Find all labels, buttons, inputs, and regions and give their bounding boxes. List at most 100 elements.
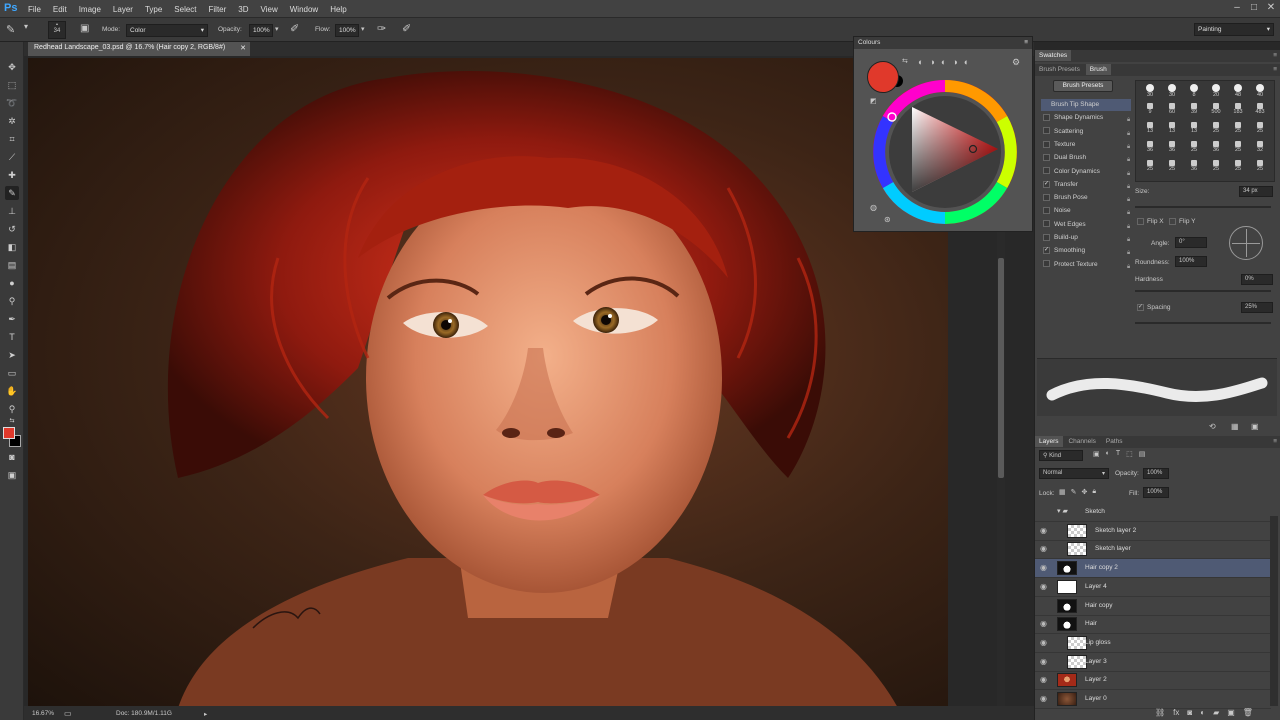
brush-tip[interactable]: 8 xyxy=(1184,83,1204,103)
brush-tip[interactable]: 36 xyxy=(1140,140,1160,160)
lock-icon[interactable]: 🔒︎ xyxy=(1127,261,1134,270)
zoom-level[interactable]: 16.67% xyxy=(32,710,54,717)
brush-preset-icon[interactable]: ◐ xyxy=(964,57,969,69)
colour-mode-icon[interactable]: ◍ xyxy=(870,203,877,212)
brush-option-checkbox[interactable] xyxy=(1043,233,1050,241)
folder-icon[interactable]: ▾ ▰ xyxy=(1057,507,1068,515)
eyedropper-tool-icon[interactable]: ⟋ xyxy=(5,150,19,164)
brush-tip[interactable]: 25 xyxy=(1228,140,1248,160)
menu-item[interactable]: Image xyxy=(79,5,101,14)
brush-tip[interactable]: 25 xyxy=(1162,159,1182,179)
brush-tip[interactable]: 48 xyxy=(1228,83,1248,103)
brush-tool-icon[interactable]: ✎ xyxy=(6,23,15,36)
gradient-tool-icon[interactable]: ▤ xyxy=(5,258,19,272)
hardness-slider[interactable] xyxy=(1135,290,1271,292)
dodge-tool-icon[interactable]: ⚲ xyxy=(5,294,19,308)
roundness-input[interactable]: 100% xyxy=(1175,256,1207,267)
lock-pixels-icon[interactable]: ✎ xyxy=(1071,488,1077,496)
brush-preset-picker[interactable]: • 34 xyxy=(48,21,66,39)
layer-row[interactable]: ◉ Hair copy 2 xyxy=(1035,559,1271,579)
brush-tip[interactable]: 25 xyxy=(1250,159,1270,179)
lock-icon[interactable]: 🔒︎ xyxy=(1127,221,1134,230)
brush-preset-icon[interactable]: ◑ xyxy=(929,57,934,69)
visibility-eye-icon[interactable]: ◉ xyxy=(1040,563,1050,573)
brush-tip[interactable]: 32 xyxy=(1250,140,1270,160)
crop-tool-icon[interactable]: ⌗ xyxy=(5,132,19,146)
brush-tip[interactable]: 60 xyxy=(1162,102,1182,122)
brush-tip-grid[interactable]: 30 30 8 20 48 40 9 60 39 500 183 483 13 13 13 25 25 25 36 3… xyxy=(1135,80,1275,182)
lock-transparent-icon[interactable]: ▦ xyxy=(1059,488,1066,496)
smart-object-filter-icon[interactable]: ▤ xyxy=(1139,450,1146,461)
visibility-eye-icon[interactable] xyxy=(1040,507,1050,517)
brush-option[interactable]: ✓ Smoothing 🔒︎ xyxy=(1043,245,1133,257)
lock-icon[interactable]: 🔒︎ xyxy=(1127,194,1134,203)
panel-menu-icon[interactable]: ≡ xyxy=(1269,64,1280,75)
layer-row[interactable]: ◉ Layer 0 xyxy=(1035,690,1271,709)
tab-layers[interactable]: Layers xyxy=(1035,436,1063,447)
panel-menu-icon[interactable]: ≡ xyxy=(1024,39,1028,46)
menu-item[interactable]: Edit xyxy=(53,5,67,14)
reset-icon[interactable]: ⊛ xyxy=(884,215,891,224)
minimize-button[interactable]: – xyxy=(1230,2,1244,15)
brush-option-checkbox[interactable] xyxy=(1043,140,1050,148)
visibility-eye-icon[interactable] xyxy=(1040,601,1050,611)
tab-channels[interactable]: Channels xyxy=(1064,436,1099,447)
toggle-brush-preview-icon[interactable]: ⟲ xyxy=(1209,422,1216,431)
tab-brush[interactable]: Brush xyxy=(1085,64,1111,75)
brush-option[interactable]: Texture 🔒︎ xyxy=(1043,139,1133,151)
brush-option[interactable]: ✓ Transfer 🔒︎ xyxy=(1043,179,1133,191)
settings-gear-icon[interactable]: ⚙ xyxy=(1012,57,1020,68)
brush-option-checkbox[interactable] xyxy=(1043,114,1050,122)
brush-tip[interactable]: 36 xyxy=(1184,159,1204,179)
colour-wheel[interactable] xyxy=(870,77,1020,227)
hardness-input[interactable]: 0% xyxy=(1241,274,1273,285)
layer-row[interactable]: ◉ Hair xyxy=(1035,615,1271,635)
brush-option[interactable]: Color Dynamics 🔒︎ xyxy=(1043,166,1133,178)
lock-position-icon[interactable]: ✥ xyxy=(1082,488,1088,496)
menu-item[interactable]: File xyxy=(28,5,41,14)
brush-option-checkbox[interactable] xyxy=(1043,220,1050,228)
visibility-eye-icon[interactable]: ◉ xyxy=(1040,675,1050,685)
vertical-scroll-thumb[interactable] xyxy=(998,258,1004,478)
brush-tip[interactable]: 25 xyxy=(1250,121,1270,141)
close-button[interactable]: ✕ xyxy=(1264,2,1278,15)
brush-preset-icon[interactable]: ◐ xyxy=(941,57,946,69)
brush-option[interactable]: Wet Edges 🔒︎ xyxy=(1043,219,1133,231)
lock-icon[interactable]: 🔒︎ xyxy=(1127,207,1134,216)
lock-icon[interactable]: 🔒︎ xyxy=(1127,234,1134,243)
brush-option[interactable]: Dual Brush 🔒︎ xyxy=(1043,152,1133,164)
grid-icon[interactable]: ▦ xyxy=(1231,422,1239,431)
clone-stamp-tool-icon[interactable]: ⊥ xyxy=(5,204,19,218)
brush-tip[interactable]: 13 xyxy=(1162,121,1182,141)
opacity-input[interactable]: 100% xyxy=(249,24,273,37)
brush-presets-button[interactable]: Brush Presets xyxy=(1053,80,1113,92)
spacing-checkbox[interactable]: ✓ Spacing xyxy=(1137,304,1171,311)
pixel-filter-icon[interactable]: ▣ xyxy=(1093,450,1100,461)
type-tool-icon[interactable]: T xyxy=(5,330,19,344)
pressure-size-icon[interactable]: ✐ xyxy=(402,22,411,35)
brush-option-checkbox[interactable] xyxy=(1043,167,1050,175)
lock-icon[interactable]: 🔒︎ xyxy=(1127,141,1134,150)
visibility-eye-icon[interactable]: ◉ xyxy=(1040,657,1050,667)
quick-select-tool-icon[interactable]: ✲ xyxy=(5,114,19,128)
brush-tip[interactable]: 25 xyxy=(1206,159,1226,179)
rectangle-tool-icon[interactable]: ▭ xyxy=(5,366,19,380)
brush-preset-icon[interactable]: ◑ xyxy=(952,57,957,69)
menu-item[interactable]: Layer xyxy=(113,5,133,14)
lock-all-icon[interactable]: 🔒︎ xyxy=(1092,488,1096,496)
hand-tool-icon[interactable]: ✋ xyxy=(5,384,19,398)
adjustment-filter-icon[interactable]: ◐ xyxy=(1106,450,1110,461)
marquee-tool-icon[interactable]: ⬚ xyxy=(5,78,19,92)
brush-panel-toggle-icon[interactable]: ▣ xyxy=(80,23,89,34)
visibility-eye-icon[interactable]: ◉ xyxy=(1040,619,1050,629)
visibility-eye-icon[interactable]: ◉ xyxy=(1040,544,1050,554)
eraser-tool-icon[interactable]: ◧ xyxy=(5,240,19,254)
layer-row[interactable]: ◉ Layer 3 xyxy=(1035,653,1271,672)
brush-tip[interactable]: 20 xyxy=(1206,83,1226,103)
brush-picker-dropdown[interactable]: ▾ xyxy=(24,22,28,31)
menu-item[interactable]: Select xyxy=(174,5,196,14)
close-tab-icon[interactable]: ✕ xyxy=(240,44,246,52)
brush-tip[interactable]: 483 xyxy=(1250,102,1270,122)
flow-input[interactable]: 100% xyxy=(335,24,359,37)
pen-tool-icon[interactable]: ✒ xyxy=(5,312,19,326)
